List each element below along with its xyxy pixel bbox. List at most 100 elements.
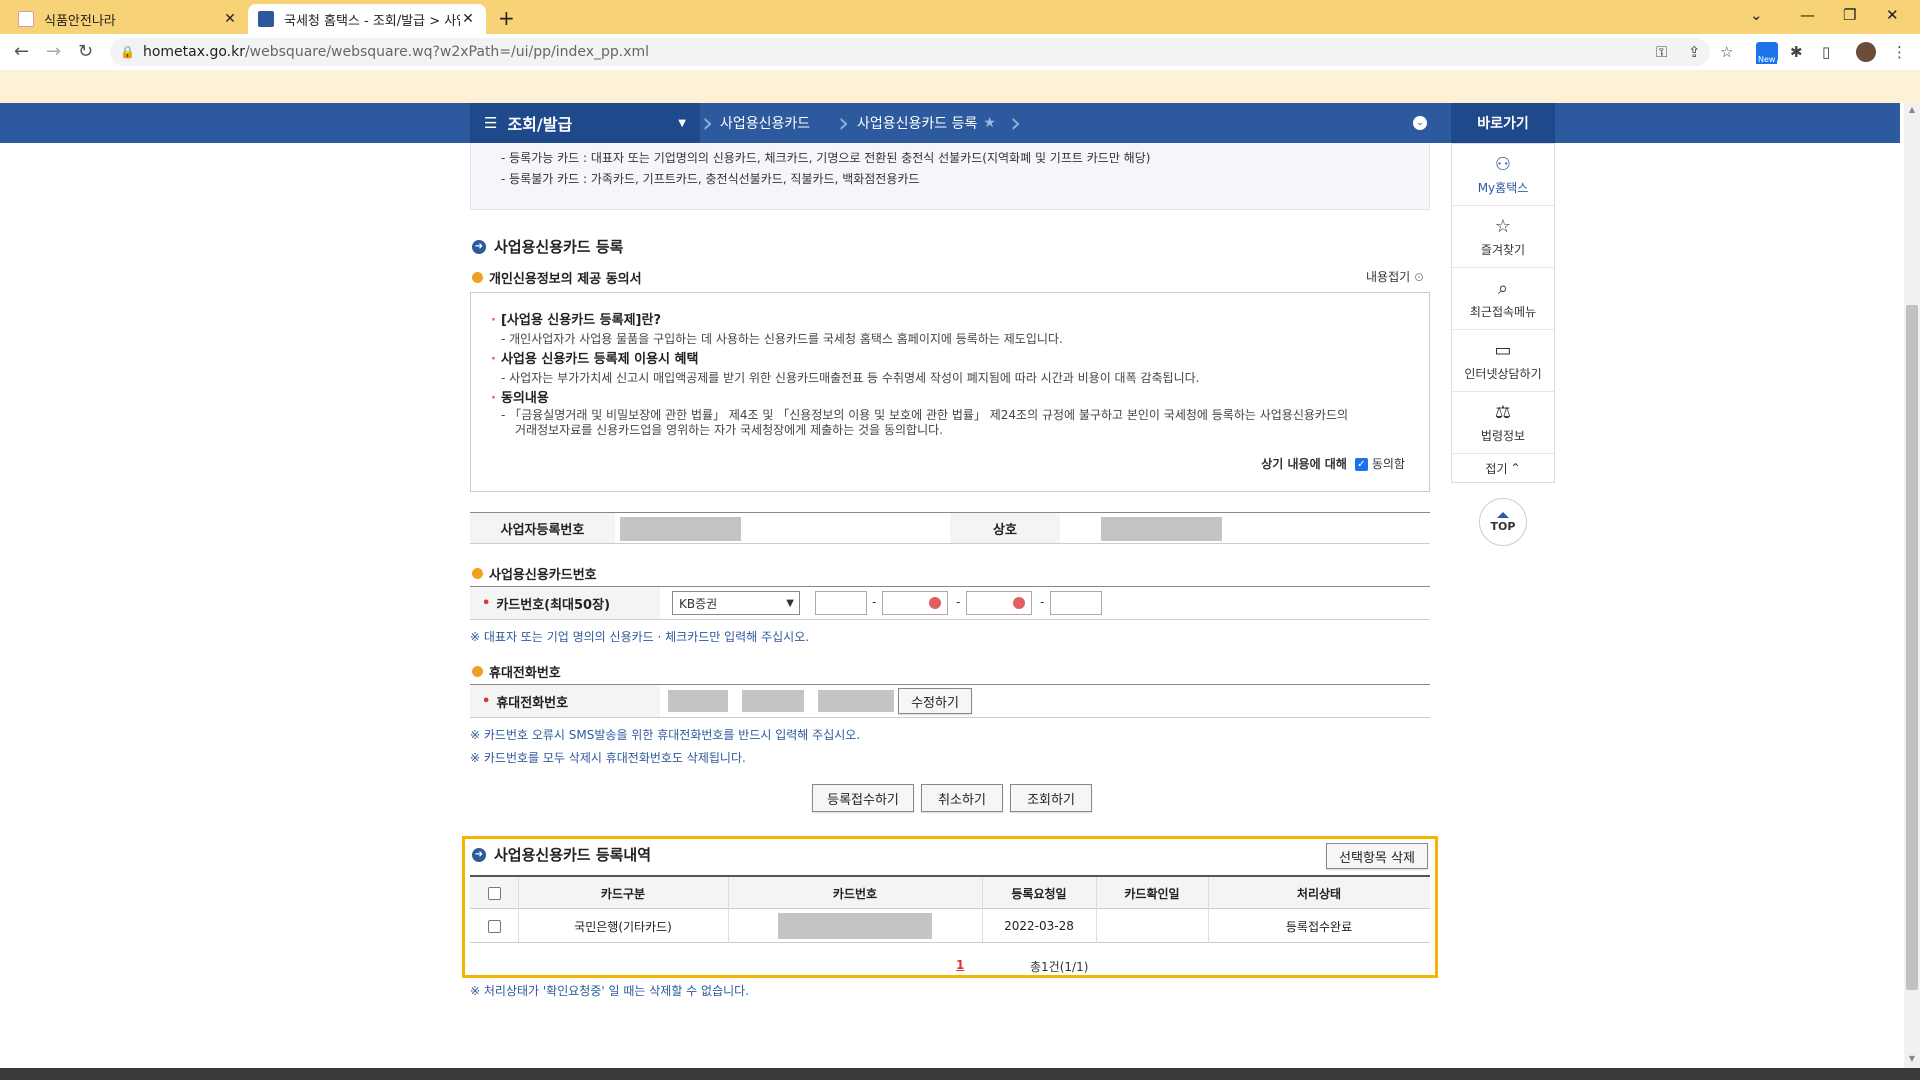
- col-request-date: 등록요청일: [1011, 886, 1067, 901]
- card-number-part1[interactable]: [815, 591, 867, 615]
- row-select-cell: [470, 909, 518, 943]
- bullet-icon: [472, 568, 483, 579]
- card-number-label: • 카드번호(최대50장): [470, 587, 660, 619]
- submit-registration-button[interactable]: 등록접수하기: [812, 784, 914, 812]
- column-divider: [1208, 877, 1209, 943]
- extension-new-icon[interactable]: New: [1756, 42, 1778, 64]
- scroll-down-arrow-icon[interactable]: ▼: [1904, 1054, 1920, 1063]
- page-link-1[interactable]: 1: [956, 958, 964, 972]
- select-arrow-icon: ▼: [786, 597, 794, 609]
- window-close-icon[interactable]: ✕: [1886, 6, 1899, 24]
- breadcrumb-item-card[interactable]: 사업용신용카드: [720, 103, 810, 143]
- quick-item-myhometax[interactable]: ⚇ My홈택스: [1452, 144, 1554, 206]
- card-notice-box: - 등록가능 카드 : 대표자 또는 기업명의의 신용카드, 체크카드, 기명으…: [470, 143, 1430, 210]
- consent-heading: · 동의내용: [491, 391, 549, 406]
- row-checkbox[interactable]: [487, 919, 501, 933]
- up-triangle-icon: [1497, 511, 1509, 518]
- search-button[interactable]: 조회하기: [1010, 784, 1092, 812]
- tab-title: 식품안전나라: [44, 13, 116, 29]
- recent-search-icon: ⌕: [1497, 277, 1509, 299]
- card-number-part2[interactable]: [882, 591, 948, 615]
- consent-box: · [사업용 신용카드 등록제]란? - 개인사업자가 사업용 물품을 구입하는 …: [470, 292, 1430, 492]
- card-number-part3[interactable]: [966, 591, 1032, 615]
- delete-selected-button[interactable]: 선택항목 삭제: [1326, 843, 1428, 869]
- breadcrumb-separator: ›: [1010, 106, 1022, 139]
- consent-text: 거래정보자료를 신용카드업을 영위하는 자가 국세청장에게 제출하는 것을 동의…: [515, 423, 943, 437]
- secure-input-icon: [1013, 597, 1025, 609]
- arrow-circle-icon: ➜: [472, 847, 486, 862]
- browser-tab-foodsafety[interactable]: 식품안전나라 ✕: [8, 4, 248, 34]
- minimize-icon[interactable]: —: [1800, 6, 1815, 24]
- column-divider: [518, 877, 519, 943]
- side-panel-icon[interactable]: ▯: [1822, 43, 1830, 61]
- bookmark-star-icon[interactable]: ☆: [1720, 43, 1733, 61]
- biz-no-value-masked: [620, 517, 741, 541]
- forward-icon[interactable]: →: [46, 41, 61, 62]
- foodsafety-favicon-icon: [18, 11, 34, 27]
- quick-item-law[interactable]: ⚖ 법령정보: [1452, 392, 1554, 454]
- breadcrumb-item-register[interactable]: 사업용신용카드 등록 ★: [857, 103, 996, 143]
- reload-icon[interactable]: ↻: [78, 41, 93, 62]
- quick-menu-fold[interactable]: 접기 ⌃: [1452, 454, 1554, 482]
- required-mark: •: [482, 693, 491, 709]
- menu-dropdown[interactable]: ☰ 조회/발급 ▼: [470, 103, 700, 143]
- back-icon[interactable]: ←: [14, 41, 29, 62]
- chevron-up-icon: ⊙: [1414, 270, 1425, 284]
- tab-search-icon[interactable]: ⌄: [1750, 6, 1763, 24]
- scrollbar-thumb[interactable]: [1906, 305, 1918, 990]
- tab-close-icon[interactable]: ✕: [222, 11, 238, 27]
- dash: -: [1040, 595, 1045, 609]
- key-icon[interactable]: ⚿: [1656, 43, 1667, 61]
- edit-phone-button[interactable]: 수정하기: [898, 688, 972, 714]
- header-expand-icon[interactable]: ⌄: [1413, 116, 1427, 130]
- share-icon[interactable]: ⇪: [1688, 43, 1701, 61]
- favorite-star-icon[interactable]: ★: [983, 115, 996, 131]
- tab-close-icon[interactable]: ✕: [460, 11, 476, 27]
- agree-checkbox[interactable]: ✓: [1354, 457, 1368, 471]
- scroll-top-button[interactable]: TOP: [1479, 498, 1527, 546]
- consent-text: - 개인사업자가 사업용 물품을 구입하는 데 사용하는 신용카드를 국세청 홈…: [501, 332, 1063, 346]
- gavel-icon: ⚖: [1494, 401, 1512, 423]
- phone-label: • 휴대전화번호: [470, 685, 660, 717]
- breadcrumb-separator: ›: [838, 106, 850, 139]
- company-label: 상호: [950, 513, 1060, 543]
- column-divider: [728, 877, 729, 943]
- goto-header: 바로가기: [1451, 103, 1555, 143]
- restore-icon[interactable]: ❐: [1843, 6, 1856, 24]
- browser-address-bar: ← → ↻ 🔒 hometax.go.kr /websquare/websqua…: [0, 34, 1920, 70]
- extensions-puzzle-icon[interactable]: ✱: [1790, 43, 1803, 61]
- quick-item-consult[interactable]: ▭ 인터넷상담하기: [1452, 330, 1554, 392]
- quick-item-recent[interactable]: ⌕ 최근접속메뉴: [1452, 268, 1554, 330]
- quick-item-favorites[interactable]: ☆ 즐겨찾기: [1452, 206, 1554, 268]
- total-count: 총1건(1/1): [1030, 960, 1089, 974]
- lock-icon: 🔒: [120, 45, 135, 59]
- footer-band: [0, 1068, 1920, 1080]
- cancel-button[interactable]: 취소하기: [921, 784, 1003, 812]
- business-info-row: 사업자등록번호 상호: [470, 512, 1430, 544]
- consent-heading: · [사업용 신용카드 등록제]란?: [491, 313, 661, 328]
- scroll-up-arrow-icon[interactable]: ▲: [1904, 105, 1920, 114]
- content-fold-link[interactable]: 내용접기 ⊙: [1366, 268, 1424, 285]
- card-company-select[interactable]: KB증권 ▼: [672, 591, 800, 615]
- row-card-type: 국민은행(기타카드): [574, 919, 672, 934]
- notice-line: - 등록가능 카드 : 대표자 또는 기업명의의 신용카드, 체크카드, 기명으…: [501, 151, 1151, 165]
- row-request-date: 2022-03-28: [1004, 919, 1074, 933]
- browser-menu-icon[interactable]: ⋮: [1892, 43, 1907, 61]
- profile-avatar[interactable]: [1856, 42, 1876, 62]
- new-tab-icon[interactable]: +: [498, 6, 515, 30]
- dash: -: [956, 595, 961, 609]
- card-number-part4[interactable]: [1050, 591, 1102, 615]
- agree-row: 상기 내용에 대해 ✓ 동의함: [1261, 457, 1405, 471]
- hometax-favicon-icon: [258, 11, 274, 27]
- url-host: hometax.go.kr: [142, 44, 245, 60]
- url-path: /websquare/websquare.wq?w2xPath=/ui/pp/i…: [244, 44, 650, 60]
- star-icon: ☆: [1494, 215, 1512, 237]
- phone-part1-masked: [668, 690, 728, 712]
- browser-tab-hometax[interactable]: 국세청 홈택스 - 조회/발급 > 사업용신용카드 ✕: [248, 4, 486, 34]
- select-all-checkbox[interactable]: [487, 886, 501, 900]
- url-field[interactable]: 🔒 hometax.go.kr /websquare/websquare.wq?…: [110, 38, 1710, 66]
- column-divider: [982, 877, 983, 943]
- col-card-type: 카드구분: [600, 886, 646, 901]
- row-card-number: [728, 909, 982, 943]
- card-note: ※ 대표자 또는 기업 명의의 신용카드 · 체크카드만 입력해 주십시오.: [470, 630, 810, 644]
